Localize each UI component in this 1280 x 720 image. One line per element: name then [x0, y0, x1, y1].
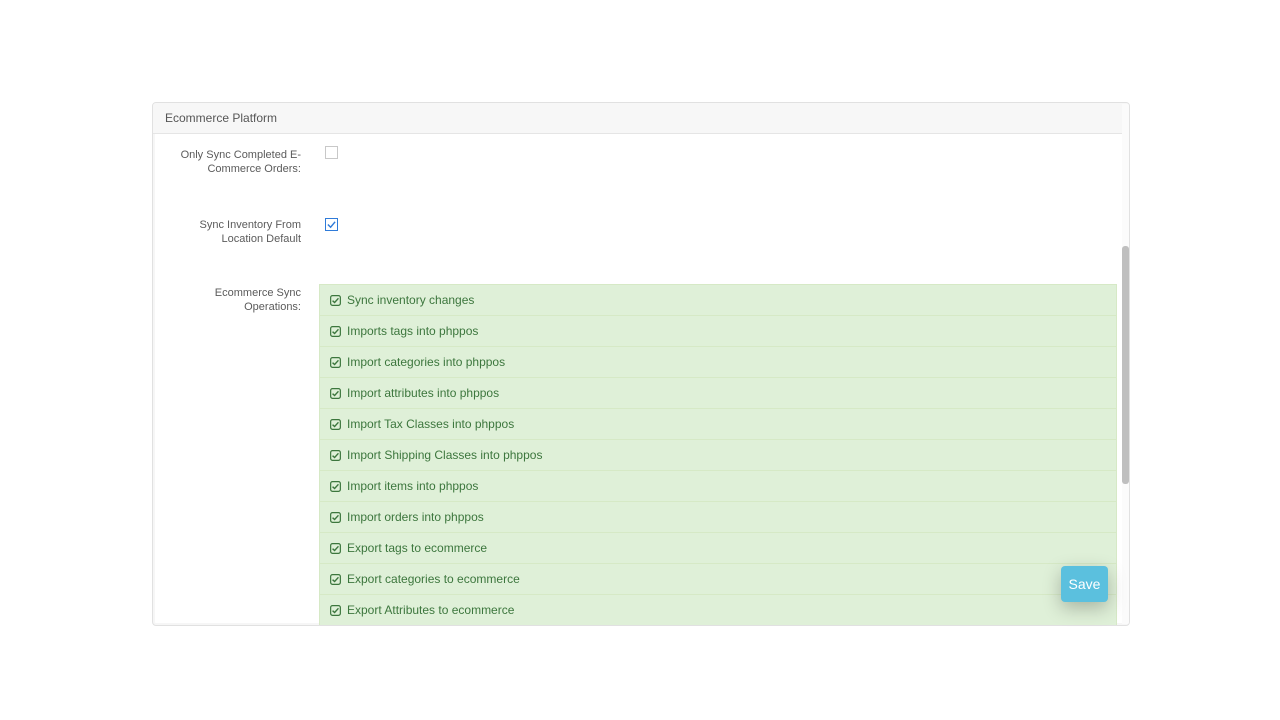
sync-inventory-location-label: Sync Inventory From Location Default [159, 216, 307, 246]
sync-operation-item[interactable]: Import items into phppos [320, 471, 1116, 502]
sync-operation-label: Import categories into phppos [347, 355, 505, 369]
checked-square-icon [330, 450, 341, 461]
panel-body: Only Sync Completed E-Commerce Orders: S… [153, 134, 1129, 626]
sync-operation-item[interactable]: Export tags to ecommerce [320, 533, 1116, 564]
check-icon [327, 220, 336, 229]
sync-operation-item[interactable]: Import Tax Classes into phppos [320, 409, 1116, 440]
checked-square-icon [330, 295, 341, 306]
scrollbar-thumb[interactable] [1122, 246, 1129, 484]
checked-square-icon [330, 605, 341, 616]
sync-operation-label: Import items into phppos [347, 479, 478, 493]
sync-operation-item[interactable]: Imports tags into phppos [320, 316, 1116, 347]
checked-square-icon [330, 481, 341, 492]
checked-square-icon [330, 512, 341, 523]
scrollbar-track[interactable] [1122, 104, 1129, 624]
sync-operation-label: Import attributes into phppos [347, 386, 499, 400]
settings-panel: Ecommerce Platform Only Sync Completed E… [152, 102, 1130, 626]
sync-operation-label: Import orders into phppos [347, 510, 484, 524]
sync-operation-label: Import Shipping Classes into phppos [347, 448, 542, 462]
checked-square-icon [330, 388, 341, 399]
field-sync-inventory-location: Sync Inventory From Location Default [159, 176, 1123, 246]
sync-operation-item[interactable]: Sync inventory changes [320, 285, 1116, 316]
sync-operation-item[interactable]: Import categories into phppos [320, 347, 1116, 378]
sync-operation-item[interactable]: Export Attributes to ecommerce [320, 595, 1116, 626]
save-button[interactable]: Save [1061, 566, 1108, 602]
sync-operation-item[interactable]: Import Shipping Classes into phppos [320, 440, 1116, 471]
field-only-sync-completed: Only Sync Completed E-Commerce Orders: [159, 134, 1123, 176]
sync-operation-label: Import Tax Classes into phppos [347, 417, 514, 431]
sync-operation-item[interactable]: Import orders into phppos [320, 502, 1116, 533]
checked-square-icon [330, 326, 341, 337]
sync-operation-item[interactable]: Export categories to ecommerce [320, 564, 1116, 595]
checked-square-icon [330, 419, 341, 430]
checked-square-icon [330, 543, 341, 554]
sync-operation-label: Export categories to ecommerce [347, 572, 520, 586]
sync-operations-label: Ecommerce Sync Operations: [159, 284, 307, 314]
sync-inventory-location-checkbox[interactable] [325, 218, 338, 231]
checked-square-icon [330, 574, 341, 585]
sync-operation-item[interactable]: Import attributes into phppos [320, 378, 1116, 409]
sync-operation-label: Export Attributes to ecommerce [347, 603, 514, 617]
only-sync-completed-label: Only Sync Completed E-Commerce Orders: [159, 146, 307, 176]
sync-operation-label: Sync inventory changes [347, 293, 474, 307]
sync-operations-list: Sync inventory changes Imports tags into … [319, 284, 1117, 626]
field-sync-operations: Ecommerce Sync Operations: Sync inventor… [159, 246, 1123, 626]
only-sync-completed-checkbox[interactable] [325, 146, 338, 159]
sync-operation-label: Imports tags into phppos [347, 324, 478, 338]
sync-operation-label: Export tags to ecommerce [347, 541, 487, 555]
panel-title: Ecommerce Platform [153, 103, 1129, 134]
checked-square-icon [330, 357, 341, 368]
